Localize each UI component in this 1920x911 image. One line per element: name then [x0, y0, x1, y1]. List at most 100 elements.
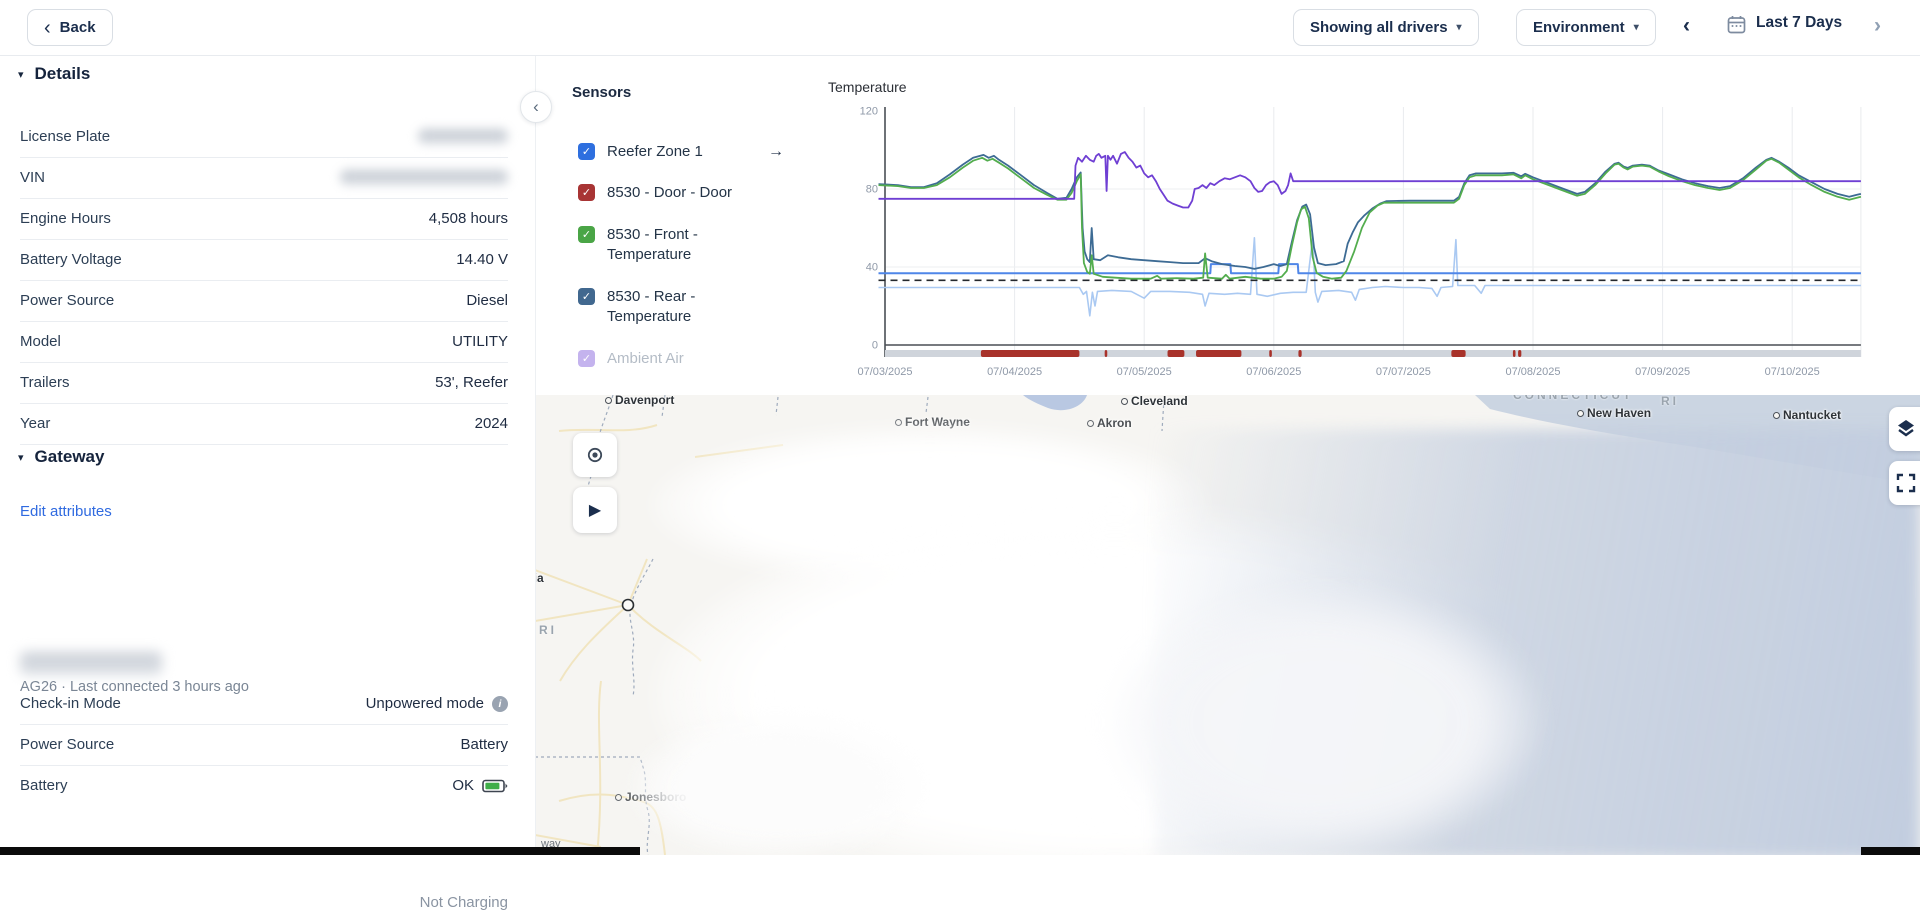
city-name: Fort Wayne: [905, 415, 970, 429]
info-icon[interactable]: i: [492, 696, 508, 712]
detail-label: Power Source: [20, 292, 114, 309]
map-city-label: Davenport: [605, 395, 674, 407]
sensor-label: Ambient Air: [607, 349, 759, 369]
map-layers-button[interactable]: [1889, 407, 1920, 451]
y-tick-label: 0: [872, 340, 878, 352]
y-tick-label: 40: [866, 262, 878, 274]
map-city-label: Jonesboro: [615, 790, 686, 804]
gateway-sub-value: Not Charging: [420, 894, 508, 911]
redacted-value: [418, 129, 508, 144]
sensor-item[interactable]: ✓8530 - Front - Temperature: [578, 225, 759, 265]
door-open-segment: [1451, 350, 1465, 357]
detail-value: 2024: [475, 415, 508, 432]
vehicle-details-panel: ▾ Details License PlateVINEngine Hours4,…: [0, 55, 536, 847]
city-name: Akron: [1097, 416, 1132, 430]
door-open-segment: [1168, 350, 1185, 357]
gateway-label: Check-in Mode: [20, 695, 121, 712]
detail-value: Diesel: [466, 292, 508, 309]
city-name: New Haven: [1587, 406, 1651, 420]
detail-label: Trailers: [20, 374, 69, 391]
details-section-header[interactable]: ▾ Details: [18, 64, 90, 84]
detail-row: Year2024: [20, 403, 508, 445]
map-city-label: New Haven: [1577, 406, 1651, 420]
play-icon: ▶: [589, 500, 601, 520]
back-button[interactable]: ‹ Back: [27, 9, 113, 46]
sensor-item[interactable]: ✓ Reefer Zone 1: [578, 142, 759, 162]
gateway-label: Battery: [20, 777, 68, 794]
date-next-button[interactable]: ›: [1874, 14, 1881, 38]
detail-value: UTILITY: [452, 333, 508, 350]
door-open-segment: [981, 350, 1079, 357]
playback-button[interactable]: ▶: [573, 487, 617, 533]
sensor-item[interactable]: ✓ 8530 - Rear - Temperature: [578, 287, 759, 327]
detail-value: 53', Reefer: [435, 374, 508, 391]
gateway-value-text: Battery: [460, 736, 508, 753]
sensor-label: Reefer Zone 1: [607, 142, 759, 162]
city-name: Columbia: [535, 571, 544, 585]
gateway-value: Unpowered mode i: [366, 695, 508, 712]
date-prev-button[interactable]: ‹: [1683, 14, 1690, 38]
map-state-label: RI: [539, 623, 557, 637]
sensor-item[interactable]: ✓ 8530 - Door - Door: [578, 183, 759, 203]
city-marker-icon: [1773, 412, 1780, 419]
city-marker-icon: [1577, 410, 1584, 417]
door-open-segment: [1518, 350, 1521, 357]
door-open-segment: [1298, 350, 1301, 357]
detail-label: VIN: [20, 169, 45, 186]
door-open-segment: [1513, 350, 1516, 357]
city-marker-icon: [605, 397, 612, 404]
edit-attributes-link[interactable]: Edit attributes: [20, 503, 112, 520]
series-zone1-return-light-blue: [879, 238, 1861, 316]
detail-row: Battery Voltage14.40 V: [20, 239, 508, 281]
detail-value: 14.40 V: [456, 251, 508, 268]
panel-collapse-button[interactable]: ‹: [520, 91, 552, 123]
map-city-label: Akron: [1087, 416, 1132, 430]
sensor-label: 8530 - Door - Door: [607, 183, 759, 203]
sensor-checkbox[interactable]: ✓: [578, 288, 595, 305]
gateway-section-header[interactable]: ▾ Gateway: [18, 447, 104, 467]
x-tick-label: 07/03/2025: [857, 366, 912, 378]
detail-row: License Plate: [20, 116, 508, 158]
gateway-serial-redacted: [20, 652, 162, 675]
battery-icon: [482, 779, 508, 793]
drivers-filter-dropdown[interactable]: Showing all drivers ▾: [1293, 9, 1479, 46]
redacted-value: [340, 170, 508, 185]
top-bar: ‹ Back Showing all drivers ▾ Environment…: [0, 0, 1920, 56]
map-state-label: RI: [1661, 395, 1679, 408]
date-range-selector[interactable]: Last 7 Days: [1756, 14, 1842, 32]
fullscreen-icon: [1896, 473, 1916, 493]
series-front-temp-green: [879, 158, 1861, 279]
environment-dropdown[interactable]: Environment ▾: [1516, 9, 1656, 46]
x-tick-label: 07/05/2025: [1117, 366, 1172, 378]
detail-label: License Plate: [20, 128, 110, 145]
sensor-checkbox[interactable]: ✓: [578, 143, 595, 160]
sea-shape: [1475, 395, 1920, 485]
x-tick-label: 07/04/2025: [987, 366, 1042, 378]
sensor-item[interactable]: ✓ Ambient Air: [578, 349, 759, 369]
environment-label: Environment: [1533, 19, 1625, 36]
temperature-chart[interactable]: 0408012007/03/202507/04/202507/05/202507…: [845, 66, 1885, 384]
map-fullscreen-button[interactable]: [1889, 461, 1920, 505]
map-canvas[interactable]: Fort Wayne Akron Jonesboro Davenport Clevel…: [535, 395, 1920, 855]
gateway-value-text: Unpowered mode: [366, 695, 484, 712]
caret-down-icon: ▾: [1634, 22, 1639, 33]
gateway-value-text: OK: [452, 777, 474, 794]
details-title: Details: [35, 64, 91, 84]
layers-icon: [1895, 418, 1917, 440]
back-chevron-icon: ‹: [44, 18, 51, 38]
x-tick-label: 07/07/2025: [1376, 366, 1431, 378]
sensor-checkbox[interactable]: ✓: [578, 226, 595, 243]
detail-label: Model: [20, 333, 61, 350]
sensor-checkbox[interactable]: ✓: [578, 184, 595, 201]
detail-value: 4,508 hours: [429, 210, 508, 227]
x-tick-label: 07/09/2025: [1635, 366, 1690, 378]
gateway-row: Check-in Mode Unpowered mode i: [20, 683, 508, 725]
city-name: Cleveland: [1131, 395, 1188, 408]
sensor-detail-arrow-icon[interactable]: →: [768, 143, 784, 161]
x-tick-label: 07/06/2025: [1246, 366, 1301, 378]
sensor-checkbox[interactable]: ✓: [578, 350, 595, 367]
sensor-label: 8530 - Rear - Temperature: [607, 287, 759, 327]
locate-button[interactable]: [573, 433, 617, 477]
city-name: Jonesboro: [625, 790, 686, 804]
city-marker-icon: [895, 419, 902, 426]
